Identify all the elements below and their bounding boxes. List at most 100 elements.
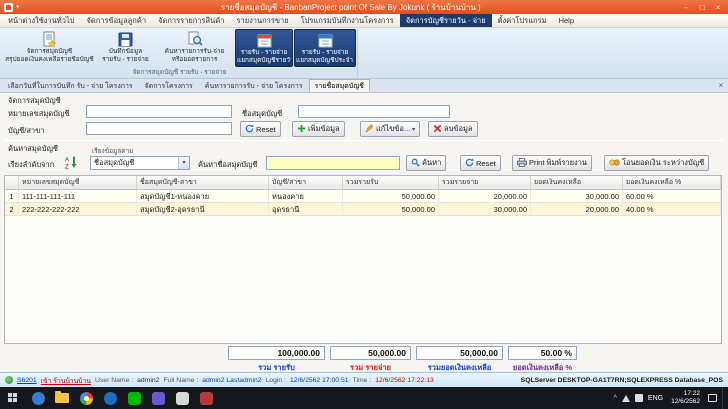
svg-text:Z: Z	[65, 165, 69, 170]
doc-tab-account-list[interactable]: รายชื่อสมุดบัญชี	[308, 79, 370, 92]
quick-access-dropdown-icon[interactable]: ▾	[16, 3, 20, 11]
cell-balance: 30,000.00	[531, 190, 623, 202]
volume-icon[interactable]	[634, 394, 643, 402]
total-expense-box: 50,000.00	[330, 346, 411, 360]
search-button[interactable]: ค้นหา	[406, 155, 447, 171]
add-button[interactable]: เพิ่มข้อมูล	[292, 121, 345, 137]
status-bar: S6201 เข้า ร้านบ้านบ้าน User Name : admi…	[0, 372, 728, 387]
cell-income: 50,000.00	[343, 190, 439, 202]
taskbar-app-icon[interactable]	[194, 387, 218, 409]
ribbon-button-label: รายรับ - รายจ่าย	[301, 49, 349, 56]
shop-link[interactable]: เข้า ร้านบ้านบ้าน	[41, 375, 91, 386]
branch-label: บัญชี/สาขา	[8, 126, 45, 135]
grid-col-account-no[interactable]: หมายเลขสมุดบัญชี	[19, 176, 137, 189]
taskbar-app-icon[interactable]	[50, 387, 74, 409]
doc-tab-select-date[interactable]: เลือกวันที่ในการบันทึก รับ - จ่าย โครงกา…	[2, 79, 139, 92]
transfer-balance-button[interactable]: โอนยอดเงิน ระหว่างบัญชี	[604, 155, 710, 171]
current-time-value: 12/6/2562 17:22:13	[375, 376, 434, 384]
edit-button[interactable]: แก้ไขข้อ... ▾	[360, 121, 421, 137]
delete-button[interactable]: ลบข้อมูล	[428, 121, 478, 137]
cell-rownum: 1	[5, 190, 19, 202]
time-label: Time :	[352, 376, 372, 384]
ribbon-button-search-transactions[interactable]: ค้นหารายการรับ-จ่าย หรือยอดรายการ	[155, 29, 234, 67]
ribbon-button-label: แยกสมุดบัญชีประจำ เดือน / ปี	[296, 56, 354, 64]
accounts-grid[interactable]: หมายเลขสมุดบัญชี ชื่อสมุดบัญชี-สาขา บัญช…	[4, 175, 722, 344]
taskbar-app-icon[interactable]	[98, 387, 122, 409]
taskbar-app-icon[interactable]	[170, 387, 194, 409]
refresh-icon	[465, 158, 474, 169]
minimize-button[interactable]: –	[678, 1, 694, 14]
clock-time: 17:22	[683, 390, 700, 397]
menu-tab-general-windows[interactable]: หน้าต่างใช้งานทั่วไป	[2, 14, 80, 27]
account-number-input[interactable]	[86, 105, 232, 118]
account-name-input[interactable]	[298, 105, 450, 118]
system-tray: ^ ENG 17:22 12/6/2562	[614, 387, 728, 409]
grid-col-balance-percent[interactable]: ยอดเงินคงเหลือ %	[623, 176, 721, 189]
sort-by-label: เรียงข้อมูลตาม	[92, 148, 134, 155]
sql-server-info: SQLServer DESKTOP-GA1T7RN;SQLEXPRESS Dat…	[520, 376, 723, 384]
window-title: รายชื่อสมุดบัญชี - BanbanProject point O…	[220, 2, 481, 12]
ribbon-button-monthly-ledger[interactable]: รายรับ - รายจ่าย แยกสมุดบัญชีประจำ เดือน…	[294, 29, 356, 67]
table-row[interactable]: 2 222-222-222-222 สมุดบัญชี2-อุดรธานี อุ…	[5, 203, 721, 216]
menu-tab-project-records[interactable]: โปรแกรมบันทึกงานโครงการ	[295, 14, 400, 27]
menu-tab-sales-report[interactable]: รายงานการขาย	[230, 14, 294, 27]
network-icon[interactable]	[621, 394, 630, 402]
application-window: ▾ รายชื่อสมุดบัญชี - BanbanProject point…	[0, 0, 728, 409]
divider	[4, 140, 724, 141]
menu-tab-help[interactable]: Help	[553, 14, 580, 27]
taskbar-app-icon[interactable]	[122, 387, 146, 409]
cell-account-no: 111-111-111-111	[19, 190, 137, 202]
print-button-label: Print พิมพ์รายงาน	[529, 158, 587, 167]
search-account-input[interactable]	[266, 156, 400, 170]
search-reset-button[interactable]: Reset	[460, 155, 501, 171]
grid-col-income[interactable]: รวมรายรับ	[343, 176, 439, 189]
support-code-link[interactable]: S6201	[17, 377, 37, 384]
search-button-label: ค้นหา	[422, 158, 442, 167]
calendar-month-icon	[318, 31, 333, 49]
grid-col-rownum[interactable]	[5, 176, 19, 189]
status-icon	[5, 376, 13, 384]
menu-tab-customers[interactable]: จัดการข้อมูลลูกค้า	[80, 14, 152, 27]
taskbar-app-icon[interactable]	[26, 387, 50, 409]
ribbon-button-save-income-expense[interactable]: บันทึกข้อมูล รายรับ - รายจ่าย	[97, 29, 154, 67]
file-explorer-icon	[55, 391, 69, 403]
tray-chevron-icon[interactable]: ^	[614, 395, 617, 402]
cell-expense: 20,000.00	[439, 190, 531, 202]
ribbon-button-manage-accounts[interactable]: จัดการสมุดบัญชี สรุปยอดเงินคงเหลือรายชื่…	[3, 29, 96, 67]
menu-tab-settings[interactable]: ตั้งค่าโปรแกรม	[492, 14, 553, 27]
tab-close-icon[interactable]: ×	[714, 79, 728, 92]
branch-input[interactable]	[86, 122, 232, 135]
document-tab-strip: เลือกวันที่ในการบันทึก รับ - จ่าย โครงกา…	[0, 79, 728, 93]
grid-col-account-name[interactable]: ชื่อสมุดบัญชี-สาขา	[137, 176, 269, 189]
ribbon-button-label: แยกสมุดบัญชีรายวันที่	[237, 56, 291, 64]
reset-button[interactable]: Reset	[240, 121, 281, 137]
grid-col-branch[interactable]: บัญชี/สาขา	[269, 176, 343, 189]
taskbar-app-icon[interactable]	[74, 387, 98, 409]
show-desktop-strip[interactable]	[722, 387, 726, 409]
taskbar-clock[interactable]: 17:22 12/6/2562	[668, 390, 703, 406]
sort-by-combo[interactable]: ชื่อสมุดบัญชี ▾	[90, 156, 190, 170]
language-indicator[interactable]: ENG	[648, 395, 663, 402]
print-button[interactable]: Print พิมพ์รายงาน	[512, 155, 592, 171]
doc-tab-manage-project[interactable]: จัดการโครงการ	[139, 79, 199, 92]
close-button[interactable]: ×	[710, 1, 726, 14]
cell-balance: 20,000.00	[531, 203, 623, 215]
svg-text:A: A	[65, 158, 69, 164]
maximize-button[interactable]: □	[694, 1, 710, 14]
pencil-icon	[365, 123, 374, 135]
menu-tab-products[interactable]: จัดการรายการสินค้า	[152, 14, 230, 27]
grid-col-expense[interactable]: รวมรายจ่าย	[439, 176, 531, 189]
table-row[interactable]: 1 111-111-111-111 สมุดบัญชี1-หนองคาย หนอ…	[5, 190, 721, 203]
doc-tab-search-project-transactions[interactable]: ค้นหารายการรับ - จ่าย โครงการ	[199, 79, 309, 92]
combo-arrow-icon[interactable]: ▾	[178, 157, 189, 169]
menu-tab-daily-ledger[interactable]: จัดการบัญชีรายวัน - จ่าย	[399, 14, 492, 27]
cell-account-no: 222-222-222-222	[19, 203, 137, 215]
delete-x-icon	[433, 124, 442, 135]
ribbon-button-label: สรุปยอดเงินคงเหลือรายชื่อบัญชี	[5, 55, 94, 63]
grid-col-balance[interactable]: ยอดเงินคงเหลือ	[531, 176, 623, 189]
app-icon	[4, 3, 13, 12]
taskbar-app-icon[interactable]	[146, 387, 170, 409]
ribbon-button-daily-ledger[interactable]: รายรับ - รายจ่าย แยกสมุดบัญชีรายวันที่	[235, 29, 293, 67]
action-center-icon[interactable]	[708, 394, 717, 402]
start-button[interactable]	[0, 387, 26, 409]
